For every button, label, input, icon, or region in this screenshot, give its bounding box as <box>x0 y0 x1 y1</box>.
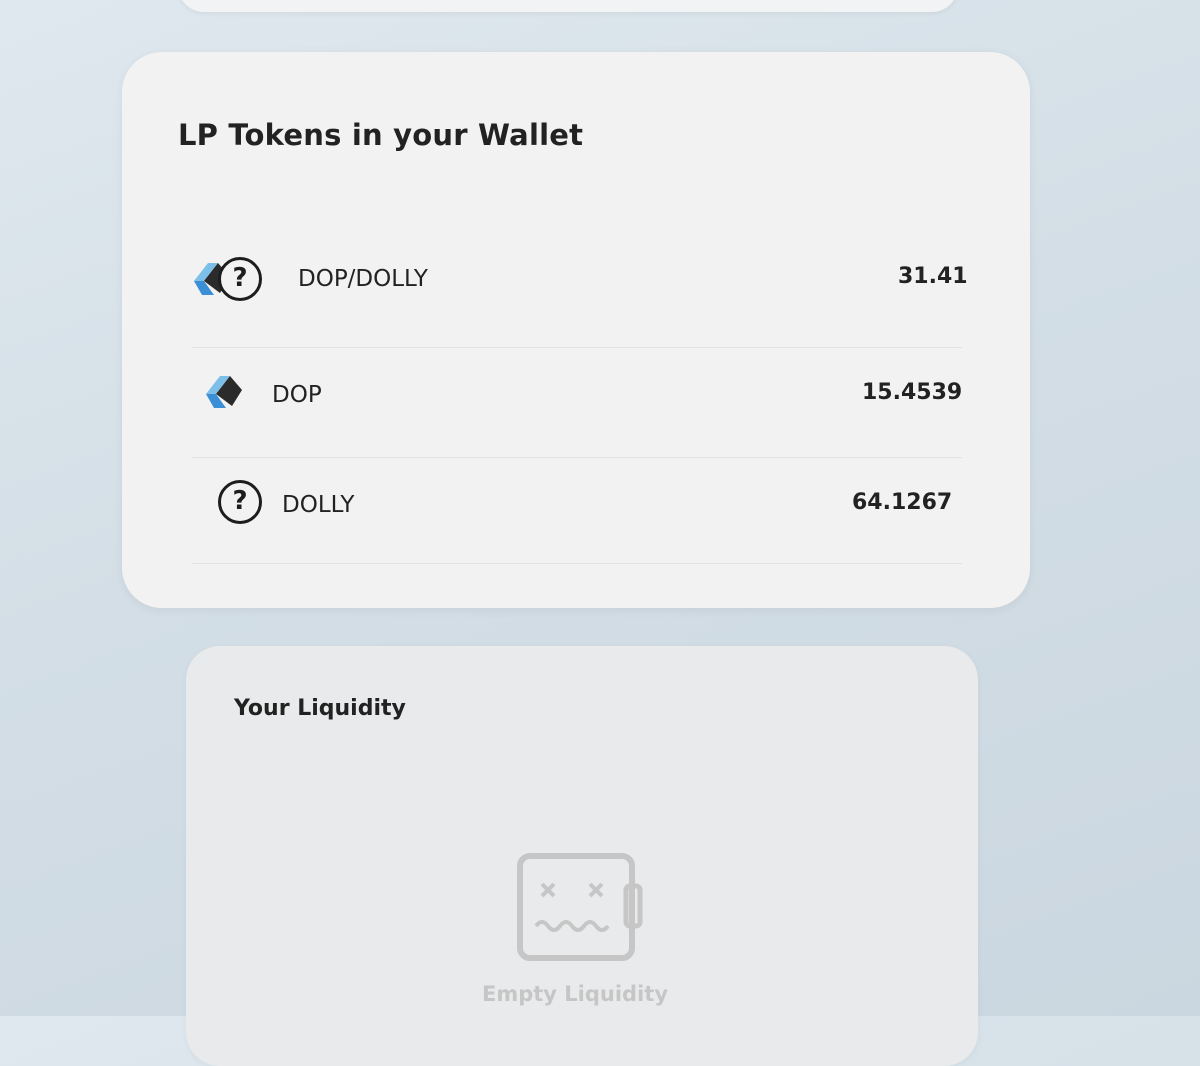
row-divider <box>192 563 962 564</box>
token-amount: 31.41 <box>898 264 968 289</box>
row-divider <box>192 457 962 458</box>
token-row-dop[interactable]: DOP 15.4539 <box>192 362 963 458</box>
token-amount: 64.1267 <box>852 490 953 515</box>
empty-liquidity-label: Empty Liquidity <box>482 982 669 1006</box>
your-liquidity-title: Your Liquidity <box>234 696 406 721</box>
token-row-dop-dolly[interactable]: ? DOP/DOLLY 31.41 <box>192 246 968 348</box>
token-label: DOP <box>272 382 322 408</box>
your-liquidity-card: Your Liquidity Empty Liquidity <box>186 646 978 1066</box>
token-row-dolly[interactable]: ? DOLLY 64.1267 <box>192 472 962 564</box>
token-label: DOP/DOLLY <box>298 266 428 292</box>
row-divider <box>192 347 962 348</box>
previous-card-edge <box>178 0 958 12</box>
unknown-token-icon: ? <box>218 257 262 301</box>
lp-tokens-card: LP Tokens in your Wallet ? DOP/DOLLY 31.… <box>122 52 1030 608</box>
dop-logo-icon <box>206 376 242 408</box>
unknown-token-icon: ? <box>218 480 262 524</box>
token-amount: 15.4539 <box>862 380 963 405</box>
empty-wallet-icon <box>517 853 643 961</box>
lp-tokens-title: LP Tokens in your Wallet <box>178 118 584 152</box>
token-label: DOLLY <box>282 492 355 518</box>
